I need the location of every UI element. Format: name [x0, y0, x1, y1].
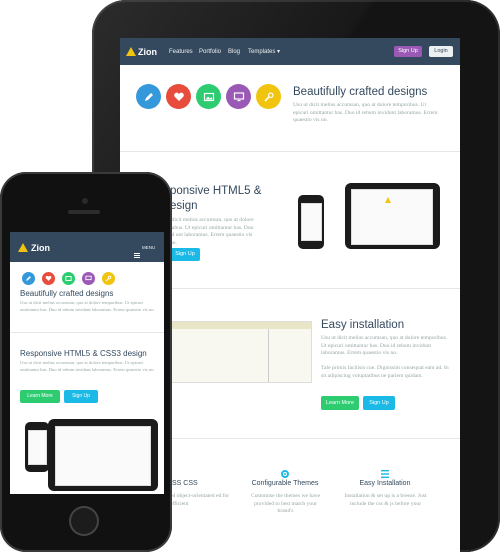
- tablet-responsive-title-line1: ponsive HTML5 &: [170, 185, 262, 197]
- phone-brand-logo[interactable]: Zion: [31, 243, 50, 253]
- mini-phone-illustration: [25, 422, 49, 472]
- tablet-responsive-title-line2: esign: [170, 200, 198, 212]
- tablet-responsive-signup-button[interactable]: Sign Up: [170, 248, 200, 261]
- image-icon: [62, 272, 75, 285]
- phone-responsive-text: Usu ut dicit melius accumsan, quo at dol…: [20, 360, 155, 372]
- tablet-install-text1: Usu ut dicit melius accumsan, quo at dol…: [321, 335, 448, 357]
- pencil-icon: [136, 84, 161, 109]
- feature-text-css: ed object-orientated ed for efficient: [170, 493, 230, 507]
- phone-learn-more-button[interactable]: Learn More: [20, 390, 60, 403]
- phone-hero-text: Usu ut dicit melius accumsan, quo at dol…: [20, 300, 155, 312]
- tablet-install-signup-button[interactable]: Sign Up: [363, 396, 395, 410]
- pencil-icon: [22, 272, 35, 285]
- feature-title-css: SS CSS: [172, 480, 198, 487]
- phone-navbar: Zion MENU: [10, 232, 164, 262]
- monitor-icon: [82, 272, 95, 285]
- feature-text-installation: Installation & set up is a breeze. Just …: [344, 493, 427, 507]
- phone-responsive-title: Responsive HTML5 & CSS3 design: [20, 349, 147, 358]
- phone-menu-label[interactable]: MENU: [142, 244, 155, 252]
- mini-tablet-illustration: [48, 419, 158, 491]
- mini-tablet-illustration: [345, 183, 440, 249]
- divider: [120, 151, 460, 152]
- image-icon: [196, 84, 221, 109]
- nav-features[interactable]: Features: [169, 48, 193, 56]
- phone-signup-button[interactable]: Sign Up: [64, 390, 98, 403]
- logo-icon: [126, 47, 136, 56]
- nav-templates[interactable]: Templates ▾: [248, 48, 280, 56]
- monitor-icon: [226, 84, 251, 109]
- tablet-hero-text: Usu ut dicit melius accumsan, quo at dol…: [293, 102, 438, 124]
- heart-icon: [42, 272, 55, 285]
- phone-speaker: [68, 210, 100, 214]
- phone-hero-title: Beautifully crafted designs: [20, 289, 114, 298]
- login-button[interactable]: Login: [429, 46, 453, 57]
- tablet-hero-title: Beautifully crafted designs: [293, 86, 428, 98]
- tablet-install-text2: Tale primis facilisis cue. Dignissim con…: [321, 365, 449, 379]
- tablet-install-title: Easy installation: [321, 319, 405, 331]
- signup-button[interactable]: Sign Up: [394, 46, 422, 57]
- feature-title-themes: Configurable Themes: [251, 480, 319, 487]
- heart-icon: [166, 84, 191, 109]
- mini-phone-illustration: [298, 195, 324, 249]
- logo-icon: [18, 243, 28, 252]
- feature-text-themes: Customise the themes we have provided to…: [251, 493, 320, 515]
- divider: [10, 332, 164, 333]
- wrench-icon: [256, 84, 281, 109]
- nav-portfolio[interactable]: Portfolio: [199, 48, 221, 56]
- code-screenshot: [170, 321, 312, 383]
- nav-blog[interactable]: Blog: [228, 48, 240, 56]
- brand-logo[interactable]: Zion: [138, 47, 157, 57]
- tablet-learn-more-button[interactable]: Learn More: [321, 396, 359, 410]
- phone-home-button[interactable]: [69, 506, 99, 536]
- tablet-navbar: Zion Features Portfolio Blog Templates ▾…: [120, 38, 460, 65]
- phone-camera: [82, 198, 88, 204]
- phone-screen: Zion MENU Beautifully crafted designs Us…: [10, 232, 164, 494]
- wrench-icon: [102, 272, 115, 285]
- hamburger-icon[interactable]: [134, 245, 140, 263]
- tablet-responsive-text: tdicit melius accumsan, quo at dolore ra…: [170, 217, 254, 246]
- feature-title-installation: Easy Installation: [359, 480, 411, 487]
